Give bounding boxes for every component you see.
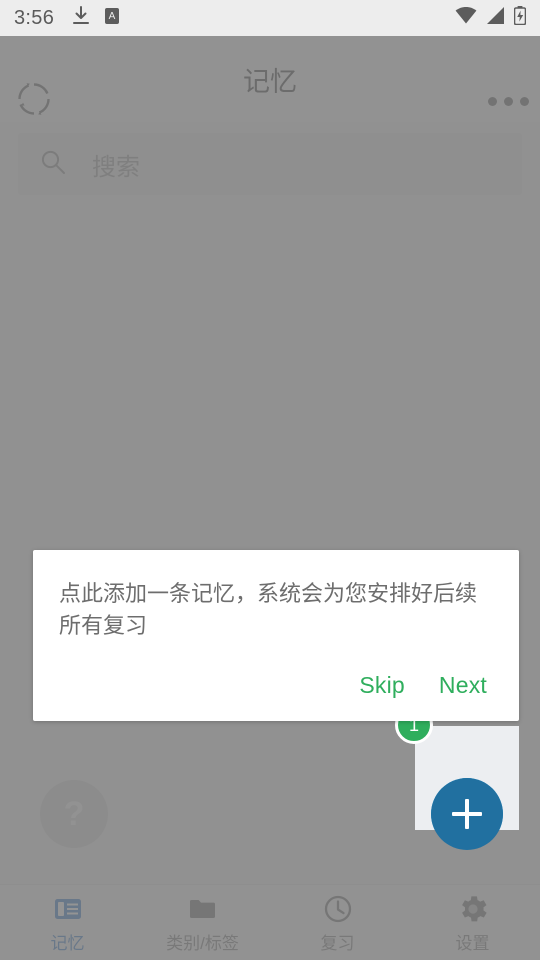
svg-text:A: A [109,11,116,22]
help-button[interactable]: ? [40,780,108,848]
folder-icon [188,894,218,929]
battery-charging-icon [513,6,527,30]
sync-button[interactable] [12,79,56,123]
tooltip-message: 点此添加一条记忆，系统会为您安排好后续所有复习 [59,581,478,638]
search-placeholder: 搜索 [92,153,140,181]
search-input[interactable]: 搜索 [18,133,522,195]
nav-item-label: 复习 [320,933,355,953]
overflow-menu-icon [519,96,529,106]
tutorial-tooltip-card: 点此添加一条记忆，系统会为您安排好后续所有复习 Skip Next [33,550,519,721]
add-memory-fab[interactable] [431,778,503,850]
nav-item-memory[interactable]: 记忆 [0,885,135,960]
sync-refresh-icon [13,78,55,125]
nav-item-label: 记忆 [50,933,85,953]
keyboard-input-a-icon: A [104,7,120,30]
app-screen: 3:56 A 记忆 搜索 ? 记忆 类别/标签 复习 设置 1 点此添加一条记忆… [0,0,540,960]
help-question-icon: ? [63,794,85,833]
reader-mode-icon [53,894,83,929]
gear-icon [458,894,488,929]
status-bar-system-icons [455,6,527,30]
overflow-menu-icon [487,96,497,106]
nav-item-settings[interactable]: 设置 [405,885,540,960]
nav-item-review[interactable]: 复习 [270,885,405,960]
page-title: 记忆 [243,66,297,97]
tooltip-actions: Skip Next [59,672,493,707]
cellular-signal-icon [486,7,505,29]
skip-button[interactable]: Skip [359,672,405,699]
next-button[interactable]: Next [439,672,487,699]
nav-item-label: 类别/标签 [166,933,239,953]
clock-icon [323,894,353,929]
wifi-icon [455,7,477,29]
nav-item-categories[interactable]: 类别/标签 [135,885,270,960]
bottom-navigation: 记忆 类别/标签 复习 设置 [0,884,540,960]
plus-icon [465,799,469,829]
status-bar-notification-icons: A [72,5,120,31]
overflow-menu-button[interactable] [484,86,532,116]
status-bar: 3:56 A [0,0,540,36]
overflow-menu-icon [503,96,513,106]
status-bar-clock: 3:56 [14,6,55,29]
search-icon [40,149,66,180]
nav-item-label: 设置 [455,933,490,953]
app-bar: 记忆 [0,36,540,122]
download-icon [72,5,90,31]
